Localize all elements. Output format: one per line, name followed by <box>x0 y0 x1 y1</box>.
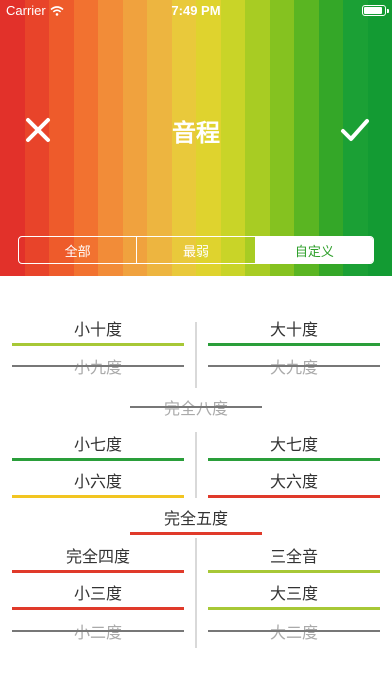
segment-weakest[interactable]: 最弱 <box>137 237 256 263</box>
header: Carrier 7:49 PM 音程 全部 最弱 自定义 <box>0 0 392 276</box>
column-divider <box>195 322 197 388</box>
interval-minor-sixth[interactable]: 小六度 <box>12 461 184 498</box>
interval-underline <box>208 607 380 610</box>
battery-icon <box>362 5 389 16</box>
interval-strike <box>12 630 184 632</box>
interval-label: 小三度 <box>73 586 122 603</box>
status-time: 7:49 PM <box>171 3 221 18</box>
interval-strike <box>130 406 262 408</box>
interval-label: 小七度 <box>73 437 122 454</box>
interval-major-tenth[interactable]: 大十度 <box>208 309 380 346</box>
confirm-button[interactable] <box>340 116 370 144</box>
segment-all[interactable]: 全部 <box>19 237 138 263</box>
interval-label: 小六度 <box>73 474 122 491</box>
interval-strike <box>12 365 184 367</box>
checkmark-icon <box>341 119 369 141</box>
interval-list: 小十度 大十度 小九度 大九度 完全八度 小七度 大七度 小六度 大六度 完全五… <box>0 276 392 696</box>
interval-minor-ninth[interactable]: 小九度 <box>12 347 184 384</box>
status-bar: Carrier 7:49 PM <box>0 0 392 22</box>
interval-major-sixth[interactable]: 大六度 <box>208 461 380 498</box>
interval-major-ninth[interactable]: 大九度 <box>208 347 380 384</box>
interval-major-third[interactable]: 大三度 <box>208 573 380 610</box>
interval-minor-second[interactable]: 小二度 <box>12 612 184 649</box>
column-divider <box>195 538 197 648</box>
interval-perfect-octave[interactable]: 完全八度 <box>130 388 262 425</box>
interval-label: 完全四度 <box>65 549 130 566</box>
interval-perfect-fourth[interactable]: 完全四度 <box>12 536 184 573</box>
page-title: 音程 <box>172 120 220 147</box>
interval-major-seventh[interactable]: 大七度 <box>208 424 380 461</box>
interval-minor-tenth[interactable]: 小十度 <box>12 309 184 346</box>
interval-strike <box>208 365 380 367</box>
interval-underline <box>130 532 262 535</box>
interval-perfect-fifth[interactable]: 完全五度 <box>130 498 262 535</box>
column-divider <box>195 432 197 498</box>
interval-minor-third[interactable]: 小三度 <box>12 573 184 610</box>
segment-custom[interactable]: 自定义 <box>255 237 373 263</box>
interval-underline <box>12 607 184 610</box>
interval-label: 大十度 <box>269 322 318 339</box>
interval-label: 完全五度 <box>163 511 228 528</box>
interval-label: 小十度 <box>73 322 122 339</box>
interval-underline <box>12 343 184 346</box>
interval-strike <box>208 630 380 632</box>
interval-label: 三全音 <box>269 549 318 566</box>
interval-underline <box>208 343 380 346</box>
interval-major-second[interactable]: 大二度 <box>208 612 380 649</box>
interval-label: 大六度 <box>269 474 318 491</box>
interval-minor-seventh[interactable]: 小七度 <box>12 424 184 461</box>
filter-segmented-control: 全部 最弱 自定义 <box>18 236 374 264</box>
interval-label: 大七度 <box>269 437 318 454</box>
interval-label: 大三度 <box>269 586 318 603</box>
interval-tritone[interactable]: 三全音 <box>208 536 380 573</box>
